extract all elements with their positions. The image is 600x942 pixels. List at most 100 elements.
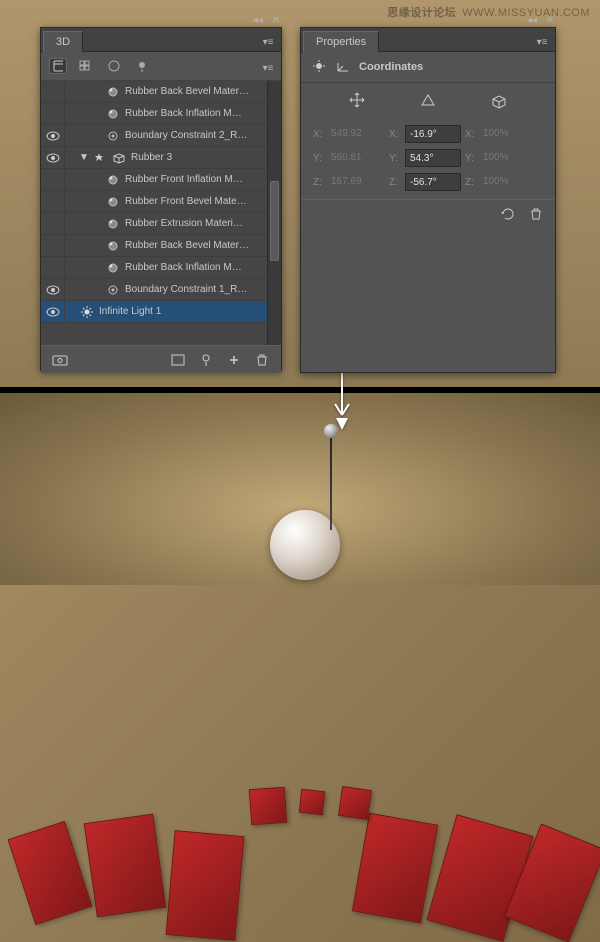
move-tool-icon[interactable] (347, 91, 367, 109)
mesh-icon (111, 151, 127, 165)
layer-row[interactable]: Boundary Constraint 1_R… (41, 279, 281, 301)
material-icon (105, 239, 121, 253)
filter-whole-scene-icon[interactable] (49, 58, 67, 74)
visibility-toggle[interactable] (41, 191, 65, 212)
material-icon (105, 261, 121, 275)
visibility-toggle[interactable] (41, 213, 65, 234)
scale-field[interactable]: 100% (481, 125, 529, 143)
layer-row[interactable]: Infinite Light 1 (41, 301, 281, 323)
close-icon[interactable]: ✕ (543, 13, 557, 27)
visibility-toggle[interactable] (41, 81, 65, 102)
rotation-field[interactable]: -56.7° (405, 173, 461, 191)
panel-properties: ◂◂ ✕ Properties ▾≡ Coordinates X:549.92X… (300, 27, 556, 373)
layer-row[interactable]: Rubber Back Bevel Mater… (41, 235, 281, 257)
coordinates-icon[interactable] (335, 60, 351, 74)
layer-row[interactable]: Rubber Extrusion Materi… (41, 213, 281, 235)
delete-icon[interactable] (253, 352, 271, 368)
layer-row[interactable]: Rubber Back Bevel Mater… (41, 81, 281, 103)
delete-icon[interactable] (527, 206, 545, 222)
watermark: 思缘设计论坛WWW.MISSYUAN.COM (387, 4, 590, 20)
layer-label: Rubber Back Bevel Mater… (125, 240, 249, 251)
position-field[interactable]: 549.92 (329, 125, 385, 143)
light-icon (311, 60, 327, 74)
layer-label: Rubber Back Inflation M… (125, 108, 242, 119)
layer-content: Infinite Light 1 (65, 305, 281, 319)
visibility-toggle[interactable] (41, 235, 65, 256)
position-field[interactable]: 560.81 (329, 149, 385, 167)
layer-content: Boundary Constraint 1_R… (65, 283, 281, 297)
filter-meshes-icon[interactable] (77, 58, 95, 74)
rotation-field[interactable]: 54.3° (405, 149, 461, 167)
axis-label: Z: (465, 177, 477, 188)
tab-properties[interactable]: Properties (303, 31, 379, 52)
visibility-toggle[interactable] (41, 279, 65, 300)
layer-label: Rubber Front Bevel Mate… (125, 196, 247, 207)
filter-materials-icon[interactable] (105, 58, 123, 74)
layer-content: Rubber Front Inflation M… (65, 173, 281, 187)
rotate-tool-icon[interactable] (418, 91, 438, 109)
visibility-toggle[interactable] (41, 169, 65, 190)
position-field[interactable]: 167.69 (329, 173, 385, 191)
panel-properties-window-controls: ◂◂ ✕ (525, 10, 557, 30)
axis-label: X: (465, 129, 477, 140)
layer-content: Rubber Extrusion Materi… (65, 217, 281, 231)
scrollbar-thumb[interactable] (270, 181, 279, 261)
collapse-icon[interactable]: ◂◂ (251, 13, 265, 27)
layer-label: Rubber Front Inflation M… (125, 174, 243, 185)
constraint-icon (105, 129, 121, 143)
layer-row[interactable]: Rubber Back Inflation M… (41, 103, 281, 125)
layer-content: Boundary Constraint 2_R… (65, 129, 281, 143)
visibility-toggle[interactable] (41, 257, 65, 278)
layer-row[interactable]: ▼Rubber 3 (41, 147, 281, 169)
section-title: Coordinates (359, 61, 423, 73)
layer-content: Rubber Back Inflation M… (65, 261, 281, 275)
layer-row[interactable]: Rubber Back Inflation M… (41, 257, 281, 279)
material-icon (105, 173, 121, 187)
light-direction-handle[interactable] (330, 430, 332, 530)
new-light-icon[interactable] (197, 352, 215, 368)
panel-menu-icon[interactable]: ▾≡ (535, 35, 549, 49)
layer-label: Rubber Back Bevel Mater… (125, 86, 249, 97)
reset-icon[interactable] (499, 206, 517, 222)
visibility-toggle[interactable] (41, 125, 65, 146)
layer-content: Rubber Back Bevel Mater… (65, 85, 281, 99)
panel-menu-icon[interactable]: ▾≡ (261, 35, 275, 49)
properties-section-header: Coordinates (301, 52, 555, 83)
scale-field[interactable]: 100% (481, 149, 529, 167)
panel-properties-footer (301, 199, 555, 227)
layer-row[interactable]: Boundary Constraint 2_R… (41, 125, 281, 147)
close-icon[interactable]: ✕ (269, 13, 283, 27)
material-icon (105, 85, 121, 99)
panel-3d-window-controls: ◂◂ ✕ (251, 10, 283, 30)
tab-3d[interactable]: 3D (43, 31, 83, 52)
axis-label: Y: (313, 153, 325, 164)
layer-label: Rubber Extrusion Materi… (125, 218, 243, 229)
collapse-icon[interactable]: ◂◂ (525, 13, 539, 27)
layer-content: Rubber Back Inflation M… (65, 107, 281, 121)
axis-label: Z: (389, 177, 401, 188)
layer-row[interactable]: Rubber Front Inflation M… (41, 169, 281, 191)
axis-label: Y: (465, 153, 477, 164)
render-settings-icon[interactable] (51, 352, 69, 368)
disclosure-icon[interactable]: ▼ (79, 152, 89, 163)
add-to-scene-icon[interactable] (225, 352, 243, 368)
visibility-toggle[interactable] (41, 301, 65, 322)
panel-3d: ◂◂ ✕ 3D ▾≡ ▾≡ Rubber Back Bevel Mater…Ru… (40, 27, 282, 371)
visibility-toggle[interactable] (41, 103, 65, 124)
layer-content: Rubber Front Bevel Mate… (65, 195, 281, 209)
filter-lights-icon[interactable] (133, 58, 151, 74)
light-icon (79, 305, 95, 319)
render-icon[interactable] (169, 352, 187, 368)
scale-field[interactable]: 100% (481, 173, 529, 191)
layer-label: Infinite Light 1 (99, 306, 161, 317)
scrollbar-track[interactable] (267, 81, 281, 345)
layer-list: Rubber Back Bevel Mater… Rubber Back Infl… (41, 81, 281, 345)
panel-submenu-icon[interactable]: ▾≡ (261, 61, 275, 75)
panel-3d-filter-toolbar: ▾≡ (41, 52, 281, 81)
layer-row[interactable]: Rubber Front Bevel Mate… (41, 191, 281, 213)
visibility-toggle[interactable] (41, 147, 65, 168)
scale-tool-icon[interactable] (489, 91, 509, 109)
rotation-field[interactable]: -16.9° (405, 125, 461, 143)
axis-label: X: (389, 129, 401, 140)
panel-3d-footer (41, 345, 281, 373)
